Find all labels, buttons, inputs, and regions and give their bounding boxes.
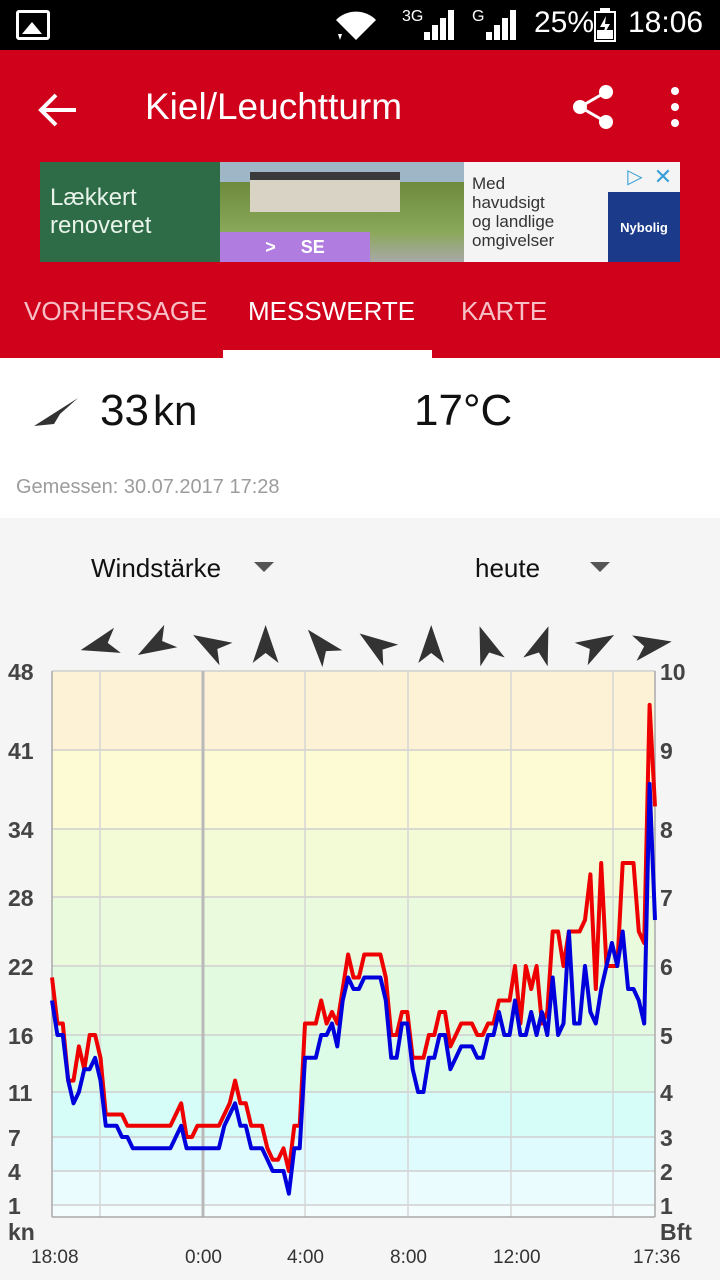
x-tick-label: 4:00 xyxy=(287,1247,324,1268)
chart-band xyxy=(52,671,655,750)
status-bar: 3G G 25% 18:06 xyxy=(0,0,720,50)
wind-chart: 1471116222834414812345678910kn Bft18:08 0:… xyxy=(8,624,692,1268)
wind-direction-arrow xyxy=(479,626,505,667)
active-tab-indicator xyxy=(223,350,432,358)
y-tick-label-left: 7 xyxy=(8,1125,21,1151)
app-bar: Kiel/Leuchtturm Lækkert renoveret > SE M… xyxy=(0,50,720,358)
ad-headline: Lækkert renoveret xyxy=(40,162,220,262)
y-tick-label-left: 28 xyxy=(8,885,34,911)
parameter-dropdown-chevron-icon[interactable] xyxy=(254,562,274,572)
y-tick-label-left: 34 xyxy=(8,817,34,843)
signal-g-icon xyxy=(486,10,518,40)
wind-direction-arrow xyxy=(307,629,343,668)
y-tick-label-left: 22 xyxy=(8,954,34,980)
chart-band xyxy=(52,1092,655,1137)
tab-vorhersage[interactable]: VORHERSAGE xyxy=(24,296,208,327)
wind-direction-arrow-icon xyxy=(34,398,78,426)
wifi-icon xyxy=(336,11,376,40)
page-title: Kiel/Leuchtturm xyxy=(145,86,403,127)
ad-house xyxy=(250,172,400,212)
ad-see-button[interactable]: > SE xyxy=(220,232,370,262)
x-tick-label: 8:00 xyxy=(390,1247,427,1268)
y-tick-label-left: 4 xyxy=(8,1159,21,1185)
wind-direction-arrow xyxy=(80,627,121,653)
wind-direction-arrow xyxy=(252,625,279,663)
more-options-icon[interactable] xyxy=(660,84,690,130)
y-tick-label-right: 7 xyxy=(660,885,673,911)
tab-messwerte[interactable]: MESSWERTE xyxy=(248,296,415,327)
chart-band xyxy=(52,750,655,829)
y-tick-label-left: 48 xyxy=(8,659,34,685)
y-tick-label-right: 2 xyxy=(660,1159,673,1185)
ad-see-label: SE xyxy=(300,237,325,257)
wind-direction-arrow xyxy=(359,633,399,666)
parameter-dropdown[interactable]: Windstärke xyxy=(91,553,221,584)
network-g-label: G xyxy=(472,8,485,25)
ad-headline-line-1: Lækkert xyxy=(50,184,137,211)
y-tick-label-right: 3 xyxy=(660,1125,673,1151)
period-dropdown-chevron-icon[interactable] xyxy=(590,562,610,572)
measured-timestamp: Gemessen: 30.07.2017 17:28 xyxy=(16,476,280,498)
chart-band xyxy=(52,1035,655,1092)
tab-karte[interactable]: KARTE xyxy=(461,296,547,327)
y-tick-label-left: 1 xyxy=(8,1193,21,1219)
wind-speed: 33kn xyxy=(100,386,197,436)
period-dropdown[interactable]: heute xyxy=(475,553,540,584)
share-icon[interactable] xyxy=(570,84,616,130)
battery-percent: 25% xyxy=(534,6,595,39)
y-unit-left: kn xyxy=(8,1219,35,1245)
y-tick-label-left: 41 xyxy=(8,738,34,764)
y-tick-label-left: 11 xyxy=(8,1080,33,1106)
image-notification-icon xyxy=(16,10,50,40)
wind-direction-arrow xyxy=(632,635,672,661)
chart-band xyxy=(52,1205,655,1217)
x-tick-label: 0:00 xyxy=(185,1247,222,1268)
y-tick-label-right: 4 xyxy=(660,1080,673,1106)
wind-direction-arrow xyxy=(523,626,549,667)
chart-band xyxy=(52,829,655,897)
signal-3g-icon xyxy=(424,10,456,40)
x-tick-label: 17:36 xyxy=(633,1247,681,1268)
chart-band xyxy=(52,1171,655,1205)
ad-banner[interactable]: Lækkert renoveret > SE Med havudsigt og … xyxy=(40,162,680,262)
wind-direction-arrow xyxy=(574,635,615,666)
back-arrow-icon[interactable] xyxy=(36,90,80,130)
ad-house-photo: > SE xyxy=(220,162,464,262)
x-tick-label: 18:08 xyxy=(31,1247,79,1268)
y-tick-label-right: 8 xyxy=(660,817,673,843)
wind-speed-value: 33 xyxy=(100,386,149,435)
battery-charging-icon xyxy=(594,8,616,42)
wind-direction-arrow xyxy=(137,624,178,655)
y-tick-label-right: 9 xyxy=(660,738,673,764)
y-tick-label-right: 1 xyxy=(660,1193,673,1219)
y-tick-label-left: 16 xyxy=(8,1023,34,1049)
wind-direction-arrow xyxy=(418,625,445,663)
y-tick-label-right: 6 xyxy=(660,954,673,980)
clock: 18:06 xyxy=(628,6,704,39)
temperature: 17°C xyxy=(414,386,513,435)
y-tick-label-right: 10 xyxy=(660,659,686,685)
ad-choices-icon[interactable]: ▷ xyxy=(622,164,648,190)
y-unit-right: Bft xyxy=(660,1219,692,1245)
wind-direction-arrow xyxy=(193,635,233,666)
x-tick-label: 12:00 xyxy=(493,1247,541,1268)
ad-close-icon[interactable]: ✕ xyxy=(650,164,676,190)
current-measurement-card: 33kn 17°C Gemessen: 30.07.2017 17:28 xyxy=(0,358,720,518)
wind-speed-unit: kn xyxy=(152,387,198,434)
network-3g-label: 3G xyxy=(402,8,424,25)
chart-band xyxy=(52,1137,655,1171)
ad-brand-logo: Nybolig xyxy=(608,192,680,262)
ad-headline-line-2: renoveret xyxy=(50,212,152,239)
y-tick-label-right: 5 xyxy=(660,1023,673,1049)
